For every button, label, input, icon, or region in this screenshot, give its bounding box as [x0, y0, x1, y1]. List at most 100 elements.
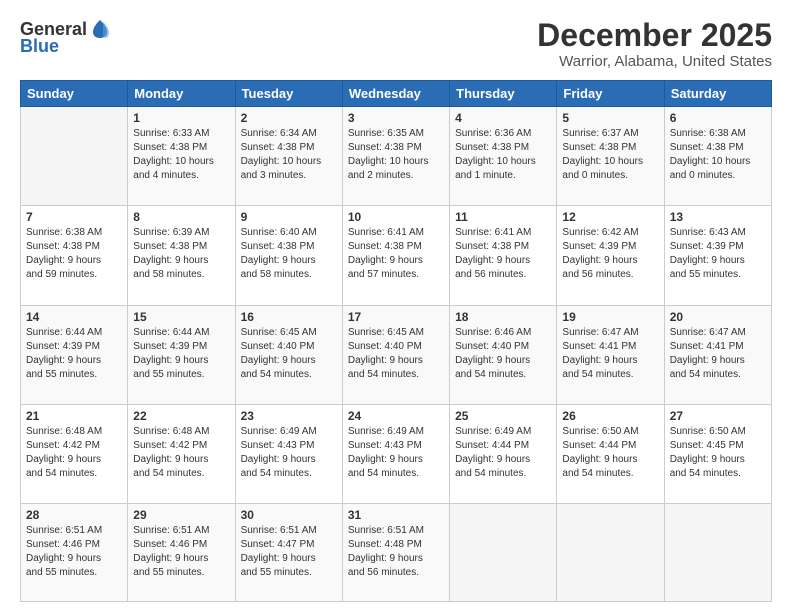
day-number: 19: [562, 310, 658, 324]
day-info: Sunrise: 6:46 AM Sunset: 4:40 PM Dayligh…: [455, 326, 551, 382]
day-cell: 4 Sunrise: 6:36 AM Sunset: 4:38 PM Daylig…: [450, 107, 557, 206]
header: General Blue December 2025 Warrior, Alab…: [20, 18, 772, 70]
day-cell: [664, 504, 771, 602]
day-number: 17: [348, 310, 444, 324]
day-info: Sunrise: 6:40 AM Sunset: 4:38 PM Dayligh…: [241, 226, 337, 282]
day-info: Sunrise: 6:38 AM Sunset: 4:38 PM Dayligh…: [26, 226, 122, 282]
col-saturday: Saturday: [664, 81, 771, 107]
day-cell: 28 Sunrise: 6:51 AM Sunset: 4:46 PM Dayli…: [21, 504, 128, 602]
col-sunday: Sunday: [21, 81, 128, 107]
day-cell: 22 Sunrise: 6:48 AM Sunset: 4:42 PM Dayli…: [128, 404, 235, 503]
week-row-3: 14 Sunrise: 6:44 AM Sunset: 4:39 PM Dayli…: [21, 305, 772, 404]
day-number: 14: [26, 310, 122, 324]
day-info: Sunrise: 6:39 AM Sunset: 4:38 PM Dayligh…: [133, 226, 229, 282]
day-info: Sunrise: 6:35 AM Sunset: 4:38 PM Dayligh…: [348, 127, 444, 183]
day-info: Sunrise: 6:49 AM Sunset: 4:44 PM Dayligh…: [455, 425, 551, 481]
logo-icon: [89, 18, 111, 40]
day-number: 4: [455, 111, 551, 125]
day-cell: 10Sunrise: 6:41 AM Sunset: 4:38 PM Dayli…: [342, 206, 449, 305]
day-number: 18: [455, 310, 551, 324]
day-cell: 26Sunrise: 6:50 AM Sunset: 4:44 PM Dayli…: [557, 404, 664, 503]
day-cell: 14 Sunrise: 6:44 AM Sunset: 4:39 PM Dayli…: [21, 305, 128, 404]
day-number: 20: [670, 310, 766, 324]
day-cell: 13 Sunrise: 6:43 AM Sunset: 4:39 PM Dayli…: [664, 206, 771, 305]
day-cell: 30 Sunrise: 6:51 AM Sunset: 4:47 PM Dayli…: [235, 504, 342, 602]
day-info: Sunrise: 6:49 AM Sunset: 4:43 PM Dayligh…: [348, 425, 444, 481]
day-info: Sunrise: 6:51 AM Sunset: 4:46 PM Dayligh…: [26, 524, 122, 580]
day-info: Sunrise: 6:41 AM Sunset: 4:38 PM Dayligh…: [455, 226, 551, 282]
day-cell: 17 Sunrise: 6:45 AM Sunset: 4:40 PM Dayli…: [342, 305, 449, 404]
day-cell: 21Sunrise: 6:48 AM Sunset: 4:42 PM Dayli…: [21, 404, 128, 503]
day-cell: 12 Sunrise: 6:42 AM Sunset: 4:39 PM Dayli…: [557, 206, 664, 305]
day-number: 10: [348, 210, 444, 224]
day-number: 29: [133, 508, 229, 522]
day-info: Sunrise: 6:48 AM Sunset: 4:42 PM Dayligh…: [133, 425, 229, 481]
day-info: Sunrise: 6:51 AM Sunset: 4:46 PM Dayligh…: [133, 524, 229, 580]
day-info: Sunrise: 6:47 AM Sunset: 4:41 PM Dayligh…: [562, 326, 658, 382]
day-cell: 16 Sunrise: 6:45 AM Sunset: 4:40 PM Dayli…: [235, 305, 342, 404]
day-cell: 15Sunrise: 6:44 AM Sunset: 4:39 PM Dayli…: [128, 305, 235, 404]
day-number: 31: [348, 508, 444, 522]
day-cell: 1Sunrise: 6:33 AM Sunset: 4:38 PM Daylig…: [128, 107, 235, 206]
day-cell: [21, 107, 128, 206]
day-cell: 6 Sunrise: 6:38 AM Sunset: 4:38 PM Daylig…: [664, 107, 771, 206]
day-cell: 24 Sunrise: 6:49 AM Sunset: 4:43 PM Dayli…: [342, 404, 449, 503]
day-number: 24: [348, 409, 444, 423]
day-info: Sunrise: 6:34 AM Sunset: 4:38 PM Dayligh…: [241, 127, 337, 183]
calendar-title: December 2025: [537, 18, 772, 53]
col-thursday: Thursday: [450, 81, 557, 107]
day-cell: 31 Sunrise: 6:51 AM Sunset: 4:48 PM Dayli…: [342, 504, 449, 602]
week-row-1: 1Sunrise: 6:33 AM Sunset: 4:38 PM Daylig…: [21, 107, 772, 206]
day-info: Sunrise: 6:45 AM Sunset: 4:40 PM Dayligh…: [241, 326, 337, 382]
page: General Blue December 2025 Warrior, Alab…: [0, 0, 792, 612]
day-info: Sunrise: 6:49 AM Sunset: 4:43 PM Dayligh…: [241, 425, 337, 481]
day-number: 7: [26, 210, 122, 224]
col-wednesday: Wednesday: [342, 81, 449, 107]
title-block: December 2025 Warrior, Alabama, United S…: [537, 18, 772, 70]
day-number: 8: [133, 210, 229, 224]
day-cell: 3Sunrise: 6:35 AM Sunset: 4:38 PM Daylig…: [342, 107, 449, 206]
day-number: 15: [133, 310, 229, 324]
week-row-5: 28 Sunrise: 6:51 AM Sunset: 4:46 PM Dayli…: [21, 504, 772, 602]
day-info: Sunrise: 6:43 AM Sunset: 4:39 PM Dayligh…: [670, 226, 766, 282]
day-cell: 25Sunrise: 6:49 AM Sunset: 4:44 PM Dayli…: [450, 404, 557, 503]
col-monday: Monday: [128, 81, 235, 107]
day-cell: 9 Sunrise: 6:40 AM Sunset: 4:38 PM Daylig…: [235, 206, 342, 305]
day-number: 6: [670, 111, 766, 125]
week-row-4: 21 Sunrise: 6:48 AM Sunset: 4:42 PM Dayli…: [21, 404, 772, 503]
col-tuesday: Tuesday: [235, 81, 342, 107]
day-info: Sunrise: 6:36 AM Sunset: 4:38 PM Dayligh…: [455, 127, 551, 183]
day-info: Sunrise: 6:45 AM Sunset: 4:40 PM Dayligh…: [348, 326, 444, 382]
day-cell: 8 Sunrise: 6:39 AM Sunset: 4:38 PM Daylig…: [128, 206, 235, 305]
day-cell: 5Sunrise: 6:37 AM Sunset: 4:38 PM Daylig…: [557, 107, 664, 206]
calendar-subtitle: Warrior, Alabama, United States: [537, 53, 772, 70]
day-number: 23: [241, 409, 337, 423]
day-info: Sunrise: 6:38 AM Sunset: 4:38 PM Dayligh…: [670, 127, 766, 183]
day-number: 13: [670, 210, 766, 224]
day-number: 28: [26, 508, 122, 522]
day-number: 9: [241, 210, 337, 224]
day-cell: 18 Sunrise: 6:46 AM Sunset: 4:40 PM Dayli…: [450, 305, 557, 404]
day-info: Sunrise: 6:50 AM Sunset: 4:44 PM Dayligh…: [562, 425, 658, 481]
day-number: 22: [133, 409, 229, 423]
day-number: 21: [26, 409, 122, 423]
day-cell: 29 Sunrise: 6:51 AM Sunset: 4:46 PM Dayli…: [128, 504, 235, 602]
day-info: Sunrise: 6:44 AM Sunset: 4:39 PM Dayligh…: [26, 326, 122, 382]
day-info: Sunrise: 6:51 AM Sunset: 4:48 PM Dayligh…: [348, 524, 444, 580]
day-number: 11: [455, 210, 551, 224]
day-number: 30: [241, 508, 337, 522]
day-cell: [450, 504, 557, 602]
day-number: 12: [562, 210, 658, 224]
day-number: 16: [241, 310, 337, 324]
day-cell: 20Sunrise: 6:47 AM Sunset: 4:41 PM Dayli…: [664, 305, 771, 404]
day-cell: 7 Sunrise: 6:38 AM Sunset: 4:38 PM Daylig…: [21, 206, 128, 305]
day-number: 27: [670, 409, 766, 423]
calendar-table: Sunday Monday Tuesday Wednesday Thursday…: [20, 80, 772, 602]
day-cell: 27Sunrise: 6:50 AM Sunset: 4:45 PM Dayli…: [664, 404, 771, 503]
col-friday: Friday: [557, 81, 664, 107]
day-info: Sunrise: 6:42 AM Sunset: 4:39 PM Dayligh…: [562, 226, 658, 282]
day-number: 5: [562, 111, 658, 125]
day-number: 2: [241, 111, 337, 125]
day-number: 1: [133, 111, 229, 125]
day-info: Sunrise: 6:51 AM Sunset: 4:47 PM Dayligh…: [241, 524, 337, 580]
